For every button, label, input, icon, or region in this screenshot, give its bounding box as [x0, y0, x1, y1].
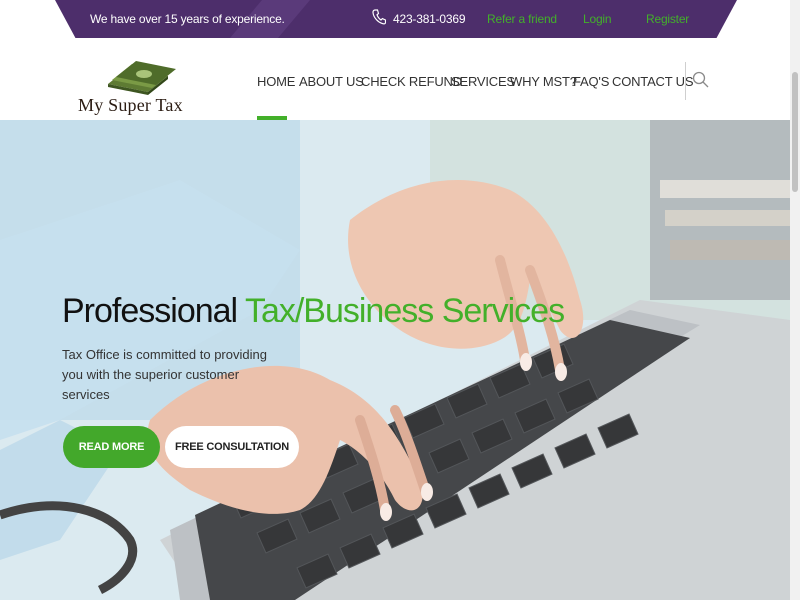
phone-number[interactable]: 423-381-0369	[393, 12, 466, 26]
nav-about-us[interactable]: ABOUT US	[299, 74, 364, 89]
nav-faqs[interactable]: FAQ'S	[573, 74, 609, 89]
free-consultation-button[interactable]: FREE CONSULTATION	[165, 426, 299, 468]
hero-description: Tax Office is committed to providing you…	[62, 347, 267, 402]
hero-title-plain: Professional	[62, 292, 245, 330]
login-link[interactable]: Login	[583, 12, 612, 26]
hero-banner: Professional Tax/Business Services Tax O…	[0, 120, 790, 600]
refer-friend-link[interactable]: Refer a friend	[487, 12, 557, 26]
search-icon[interactable]	[692, 71, 709, 88]
nav-contact-us[interactable]: CONTACT US	[612, 74, 694, 89]
hero-title-accent: Tax/Business Services	[244, 292, 565, 330]
nav-home[interactable]: HOME	[257, 74, 295, 89]
read-more-button[interactable]: READ MORE	[63, 426, 160, 468]
logo-text[interactable]: My Super Tax	[78, 95, 183, 116]
register-link[interactable]: Register	[646, 12, 689, 26]
nav-services[interactable]: SERVICES	[451, 74, 515, 89]
experience-text: We have over 15 years of experience.	[90, 12, 285, 26]
scrollbar-thumb[interactable]	[792, 72, 798, 192]
nav-check-refund[interactable]: CHECK REFUND	[361, 74, 462, 89]
phone-icon	[372, 9, 386, 25]
hero-title: Professional Tax/Business Services	[62, 292, 565, 331]
nav-why-mst[interactable]: WHY MST?	[510, 74, 577, 89]
nav-divider	[685, 62, 686, 100]
